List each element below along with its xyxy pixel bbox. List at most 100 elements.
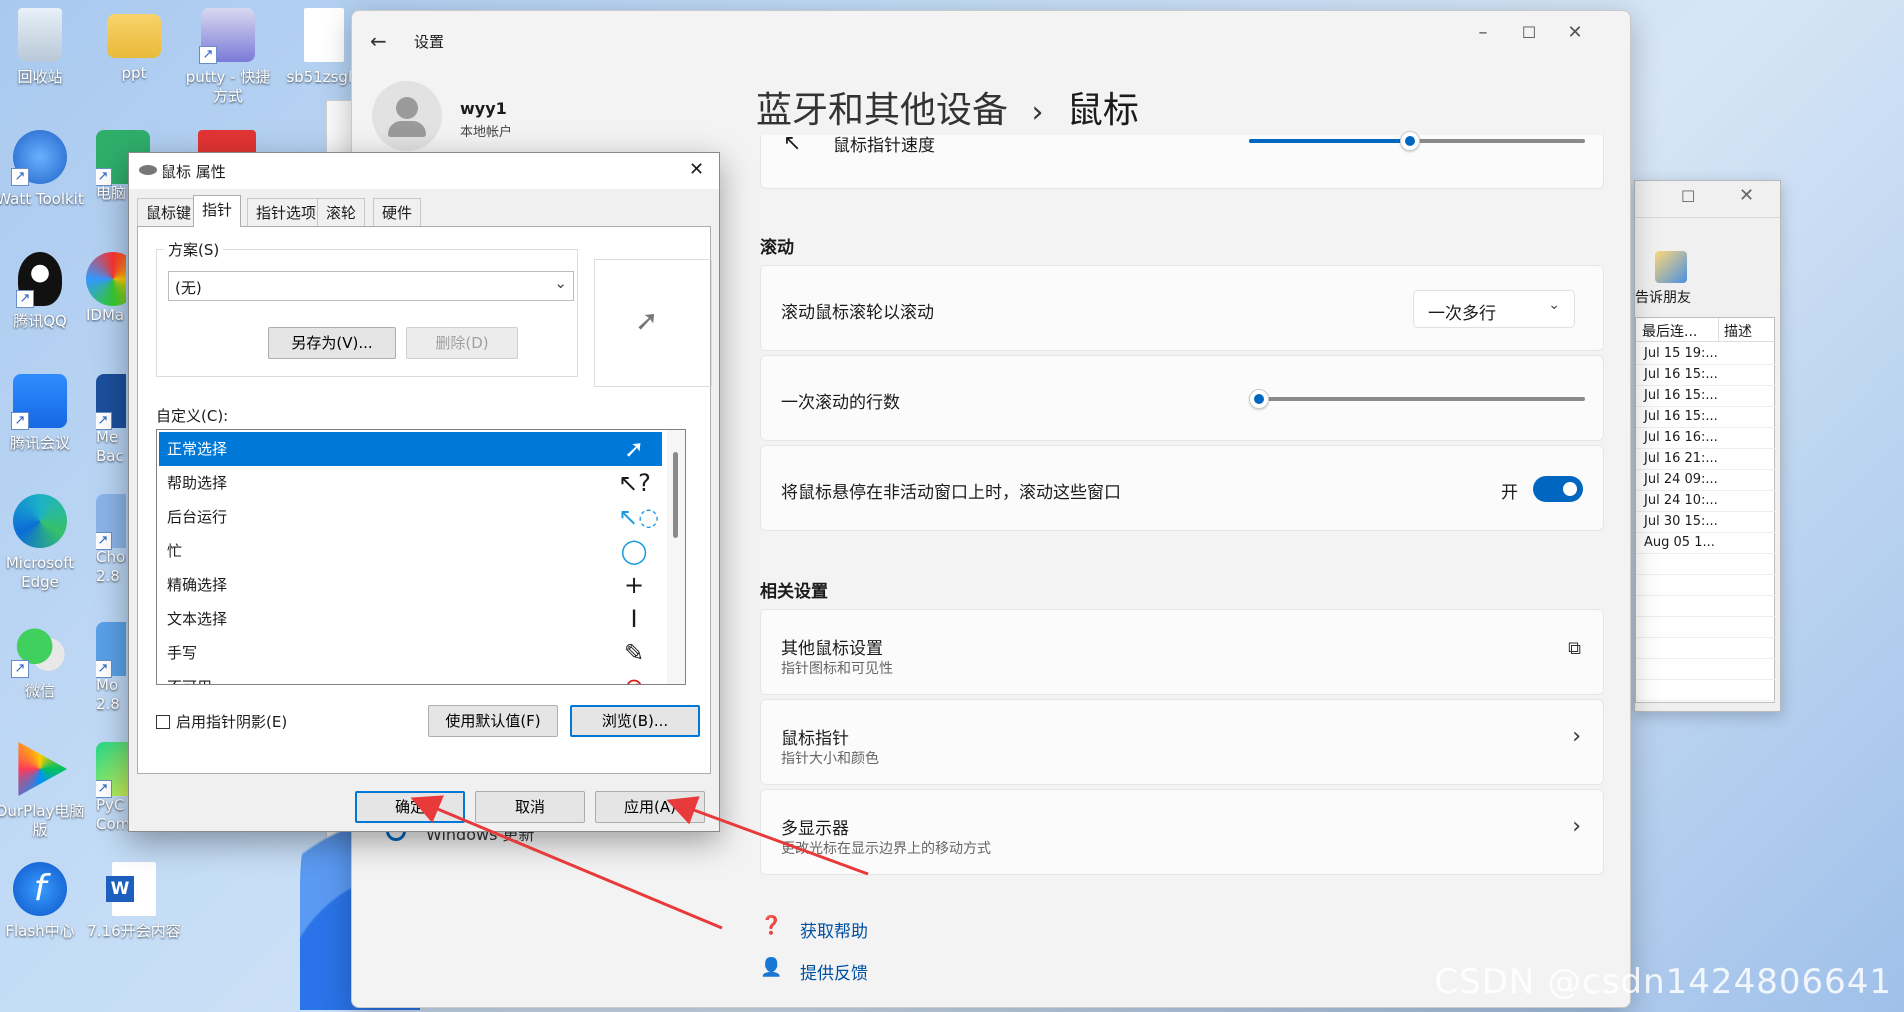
- cursor-preview: ➚: [594, 259, 712, 387]
- shadow-checkbox-label[interactable]: 启用指针阴影(E): [176, 711, 287, 732]
- minimize-icon[interactable]: –: [1460, 19, 1506, 47]
- desktop-icon-putty[interactable]: ↗ putty - 快捷方式: [180, 8, 276, 106]
- cursor-list-item[interactable]: 不可用 ⊘: [159, 670, 662, 684]
- breadcrumb-parent[interactable]: 蓝牙和其他设备: [756, 90, 1008, 131]
- desktop-icon-tencent-meeting[interactable]: ↗ 腾讯会议: [0, 374, 88, 453]
- table-row[interactable]: Jul 16 21:...: [1636, 449, 1776, 470]
- related-other-mouse-settings[interactable]: 其他鼠标设置 指针图标和可见性 ⧉: [760, 609, 1604, 695]
- table-row[interactable]: Aug 05 1...: [1636, 533, 1776, 554]
- background-app-window[interactable]: ☐ ✕ 告诉朋友 最后连... 描述 Jul 15 19:... Jul 16 1…: [1634, 180, 1781, 712]
- tab-pointer-options[interactable]: 指针选项: [247, 198, 326, 226]
- chevron-right-icon: ›: [1572, 724, 1581, 749]
- maximize-icon[interactable]: ☐: [1506, 19, 1552, 47]
- pointer-speed-thumb[interactable]: [1400, 131, 1421, 151]
- divider: [1635, 217, 1780, 218]
- scrollbar-thumb[interactable]: [673, 452, 678, 538]
- desktop-icon-recycle-bin[interactable]: 回收站: [0, 8, 88, 87]
- tab-buttons[interactable]: 鼠标键: [137, 198, 201, 226]
- table-row[interactable]: Jul 24 09:...: [1636, 470, 1776, 491]
- table-row[interactable]: Jul 16 15:...: [1636, 386, 1776, 407]
- connection-table[interactable]: 最后连... 描述 Jul 15 19:... Jul 16 15:... Jul …: [1635, 317, 1776, 703]
- desktop-icon-qq[interactable]: ↗ 腾讯QQ: [0, 252, 88, 331]
- cursor-role-label: 文本选择: [167, 610, 228, 628]
- edge-icon: [13, 494, 67, 548]
- desktop-icon-label: Me Bac: [96, 428, 124, 465]
- cursor-list-item[interactable]: 文本选择 I: [159, 602, 662, 636]
- table-cell: Jul 16 15:...: [1644, 388, 1718, 403]
- related-mouse-pointer[interactable]: 鼠标指针 指针大小和颜色 ›: [760, 699, 1604, 785]
- desktop-icon-watt-toolkit[interactable]: ↗ Watt Toolkit: [0, 130, 88, 209]
- scheme-label: 方案(S): [164, 239, 224, 260]
- desktop-icon-wechat[interactable]: ↗ 微信: [0, 622, 88, 701]
- cursor-list-item[interactable]: 后台运行 ↖◌: [159, 500, 662, 534]
- table-cell: Jul 30 15:...: [1644, 514, 1718, 529]
- cursor-list-item[interactable]: 正常选择 ➚: [159, 432, 662, 466]
- table-cell: Jul 16 15:...: [1644, 409, 1718, 424]
- ok-button[interactable]: 确定: [355, 791, 465, 823]
- desktop-icon-word-doc[interactable]: W 7.16开会内容: [86, 862, 182, 941]
- mouse-icon: [139, 165, 157, 175]
- cursor-list-item[interactable]: 精确选择 +: [159, 568, 662, 602]
- inactive-scroll-toggle[interactable]: [1533, 476, 1583, 502]
- cursor-list-item[interactable]: 帮助选择 ↖?: [159, 466, 662, 500]
- delete-button[interactable]: 删除(D): [406, 327, 518, 359]
- tab-hardware[interactable]: 硬件: [373, 198, 422, 226]
- lines-per-scroll-slider[interactable]: [1249, 389, 1585, 409]
- avatar[interactable]: [372, 81, 442, 151]
- table-row[interactable]: Jul 24 10:...: [1636, 491, 1776, 512]
- table-row[interactable]: Jul 15 19:...: [1636, 344, 1776, 365]
- table-row-empty: [1636, 680, 1776, 701]
- desktop-icon-partial-5[interactable]: ↗ Mo 2.8: [96, 622, 126, 714]
- table-row[interactable]: Jul 16 16:...: [1636, 428, 1776, 449]
- close-icon[interactable]: ✕: [689, 159, 704, 180]
- desktop-icon-partial-2[interactable]: IDMa: [86, 252, 126, 325]
- cursor-list-item[interactable]: 忙 ◯: [159, 534, 662, 568]
- scheme-select[interactable]: (无) ⌄: [168, 271, 574, 301]
- chevron-right-icon: ›: [1572, 814, 1581, 839]
- desktop-icon-ppt[interactable]: ppt: [86, 8, 182, 83]
- desktop-icon-flash[interactable]: f Flash中心: [0, 862, 88, 941]
- desktop-icon-label: Chor 2.8: [96, 548, 126, 585]
- scrollbar[interactable]: [667, 430, 685, 684]
- maximize-icon[interactable]: ☐: [1681, 187, 1695, 206]
- table-row[interactable]: Jul 16 15:...: [1636, 365, 1776, 386]
- tab-pointers[interactable]: 指针: [193, 195, 242, 227]
- shadow-checkbox[interactable]: [156, 715, 170, 729]
- feedback-link[interactable]: 提供反馈: [800, 959, 868, 984]
- close-icon[interactable]: ✕: [1552, 19, 1598, 47]
- column-header-description[interactable]: 描述: [1724, 321, 1752, 341]
- desktop-icon-ourplay[interactable]: OurPlay电脑版: [0, 742, 88, 840]
- pointer-speed-slider[interactable]: [1249, 131, 1585, 151]
- close-icon[interactable]: ✕: [1739, 185, 1754, 206]
- back-arrow-icon[interactable]: ←: [370, 29, 387, 53]
- busy-icon: ◯: [620, 537, 648, 565]
- desktop-icon-partial-4[interactable]: ↗ Chor 2.8: [96, 494, 126, 586]
- table-row-empty: [1636, 554, 1776, 575]
- table-row[interactable]: Jul 30 15:...: [1636, 512, 1776, 533]
- mouse-properties-dialog[interactable]: 鼠标 属性 ✕ 鼠标键 指针 指针选项 滚轮 硬件 方案(S) (无) ⌄ 另存…: [128, 152, 720, 832]
- desktop-icon-edge[interactable]: Microsoft Edge: [0, 494, 88, 592]
- lines-per-scroll-thumb[interactable]: [1249, 389, 1270, 409]
- save-as-button[interactable]: 另存为(V)...: [268, 327, 396, 359]
- cancel-button[interactable]: 取消: [475, 791, 585, 823]
- tab-wheel[interactable]: 滚轮: [317, 198, 366, 226]
- cursor-list[interactable]: 正常选择➚帮助选择↖?后台运行↖◌忙◯精确选择+文本选择I手写✎不可用⊘: [156, 429, 686, 685]
- tell-friend-label[interactable]: 告诉朋友: [1635, 287, 1691, 307]
- use-default-button[interactable]: 使用默认值(F): [428, 705, 558, 737]
- column-header-last-connected[interactable]: 最后连...: [1642, 321, 1697, 341]
- crosshair-icon: +: [623, 571, 645, 599]
- table-row[interactable]: Jul 16 15:...: [1636, 407, 1776, 428]
- cursor-list-item[interactable]: 手写 ✎: [159, 636, 662, 670]
- browse-button[interactable]: 浏览(B)...: [570, 705, 700, 737]
- scroll-wheel-dropdown[interactable]: 一次多行 ⌄: [1413, 290, 1575, 328]
- shortcut-arrow-icon: ↗: [96, 780, 112, 798]
- apply-button[interactable]: 应用(A): [595, 791, 705, 823]
- table-row-empty: [1636, 659, 1776, 680]
- app-icon: ↗: [96, 374, 126, 430]
- tell-friend-icon[interactable]: [1655, 251, 1687, 283]
- desktop-icon-label: Watt Toolkit: [0, 190, 84, 208]
- desktop-icon-partial-3[interactable]: ↗ Me Bac: [96, 374, 126, 466]
- get-help-link[interactable]: 获取帮助: [800, 917, 868, 942]
- related-multiple-displays[interactable]: 多显示器 更改光标在显示边界上的移动方式 ›: [760, 789, 1604, 875]
- app-title: 设置: [414, 33, 445, 51]
